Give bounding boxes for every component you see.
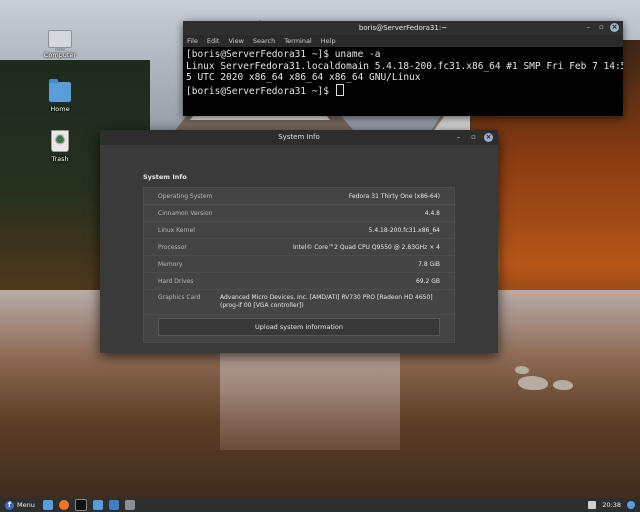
- info-label: Graphics Card: [158, 294, 201, 301]
- menu-button[interactable]: f Menu: [0, 498, 40, 512]
- info-label: Hard Drives: [158, 277, 194, 285]
- desktop-icon-label: Computer: [43, 51, 77, 59]
- text-cursor: [335, 83, 344, 96]
- menu-edit[interactable]: Edit: [207, 35, 220, 47]
- maximize-icon[interactable]: ▫: [469, 133, 478, 142]
- system-tray: 20:38: [588, 501, 640, 509]
- notifications-icon[interactable]: [627, 501, 635, 509]
- info-value: 4.4.8: [424, 209, 440, 217]
- desktop-icon-home[interactable]: Home: [37, 79, 83, 113]
- menu-file[interactable]: File: [187, 35, 198, 47]
- maximize-icon[interactable]: ▫: [597, 23, 606, 32]
- system-info-window[interactable]: System Info – ▫ × System Info Operating …: [100, 130, 498, 353]
- info-value: 7.8 GiB: [418, 260, 440, 268]
- terminal-prompt-line: [boris@ServerFedora31 ~]$: [186, 83, 620, 98]
- info-label: Processor: [158, 243, 187, 251]
- info-value: Advanced Micro Devices, Inc. [AMD/ATI] R…: [220, 294, 433, 309]
- computer-icon: [48, 30, 72, 51]
- info-value: 69.2 GB: [415, 277, 440, 285]
- info-row-graphics: Graphics Card Advanced Micro Devices, In…: [144, 290, 454, 315]
- info-value: 5.4.18-200.fc31.x86_64: [368, 226, 440, 234]
- clock[interactable]: 20:38: [602, 501, 621, 509]
- menu-search[interactable]: Search: [253, 35, 275, 47]
- system-info-titlebar[interactable]: System Info – ▫ ×: [100, 130, 498, 145]
- desktop-icon-trash[interactable]: ♻ Trash: [37, 130, 83, 163]
- info-row-memory: Memory 7.8 GiB: [144, 256, 454, 273]
- close-icon[interactable]: ×: [610, 23, 619, 32]
- show-desktop-icon[interactable]: [42, 500, 53, 510]
- taskbar: f Menu 20:38: [0, 498, 640, 512]
- terminal-window[interactable]: boris@ServerFedora31:~ – ▫ × File Edit V…: [183, 21, 623, 116]
- desktop-icon-label: Home: [50, 105, 70, 113]
- info-row-hard-drives: Hard Drives 69.2 GB: [144, 273, 454, 290]
- minimize-icon[interactable]: –: [584, 23, 593, 32]
- window-title: System Info: [278, 133, 320, 141]
- terminal-prompt: [boris@ServerFedora31 ~]$: [186, 85, 335, 97]
- firefox-icon[interactable]: [58, 500, 69, 510]
- close-icon[interactable]: ×: [484, 133, 493, 142]
- info-row-os: Operating System Fedora 31 Thirty One (x…: [144, 188, 454, 205]
- trash-icon: ♻: [51, 130, 69, 152]
- network-icon[interactable]: [588, 501, 597, 509]
- terminal-titlebar[interactable]: boris@ServerFedora31:~ – ▫ ×: [183, 21, 623, 35]
- info-row-processor: Processor Intel© Core™2 Quad CPU Q9550 @…: [144, 239, 454, 256]
- info-row-kernel: Linux Kernel 5.4.18-200.fc31.x86_64: [144, 222, 454, 239]
- menu-view[interactable]: View: [228, 35, 243, 47]
- info-label: Linux Kernel: [158, 226, 195, 234]
- terminal-line: [boris@ServerFedora31 ~]$ uname -a: [186, 49, 381, 60]
- system-info-task-icon[interactable]: [124, 500, 135, 510]
- files-icon[interactable]: [92, 500, 103, 510]
- info-value: Intel© Core™2 Quad CPU Q9550 @ 2.83GHz ×…: [293, 243, 440, 251]
- menu-help[interactable]: Help: [321, 35, 336, 47]
- desktop-icon-computer[interactable]: Computer: [37, 30, 83, 59]
- terminal-line: 5 UTC 2020 x86_64 x86_64 x86_64 GNU/Linu…: [186, 72, 421, 83]
- terminal-icon[interactable]: [74, 499, 87, 511]
- info-label: Operating System: [158, 192, 213, 200]
- terminal-title: boris@ServerFedora31:~: [358, 24, 448, 32]
- terminal-output[interactable]: [boris@ServerFedora31 ~]$ uname -a Linux …: [183, 47, 623, 99]
- home-folder-icon: [49, 79, 71, 102]
- terminal-menubar: File Edit View Search Terminal Help: [183, 35, 623, 47]
- system-info-card: Operating System Fedora 31 Thirty One (x…: [143, 187, 455, 343]
- info-row-cinnamon: Cinnamon Version 4.4.8: [144, 205, 454, 222]
- info-value: Fedora 31 Thirty One (x86-64): [348, 192, 440, 200]
- section-heading: System Info: [143, 173, 187, 181]
- fedora-logo-icon: f: [5, 500, 14, 510]
- minimize-icon[interactable]: –: [454, 133, 463, 142]
- menu-terminal[interactable]: Terminal: [284, 35, 311, 47]
- menu-label: Menu: [17, 501, 35, 509]
- info-label: Cinnamon Version: [158, 209, 213, 217]
- info-label: Memory: [158, 260, 183, 268]
- desktop-icon-label: Trash: [51, 155, 69, 163]
- terminal-line: Linux ServerFedora31.localdomain 5.4.18-…: [186, 60, 623, 72]
- terminal-task-icon[interactable]: [108, 500, 119, 510]
- upload-system-info-button[interactable]: Upload system information: [158, 318, 440, 336]
